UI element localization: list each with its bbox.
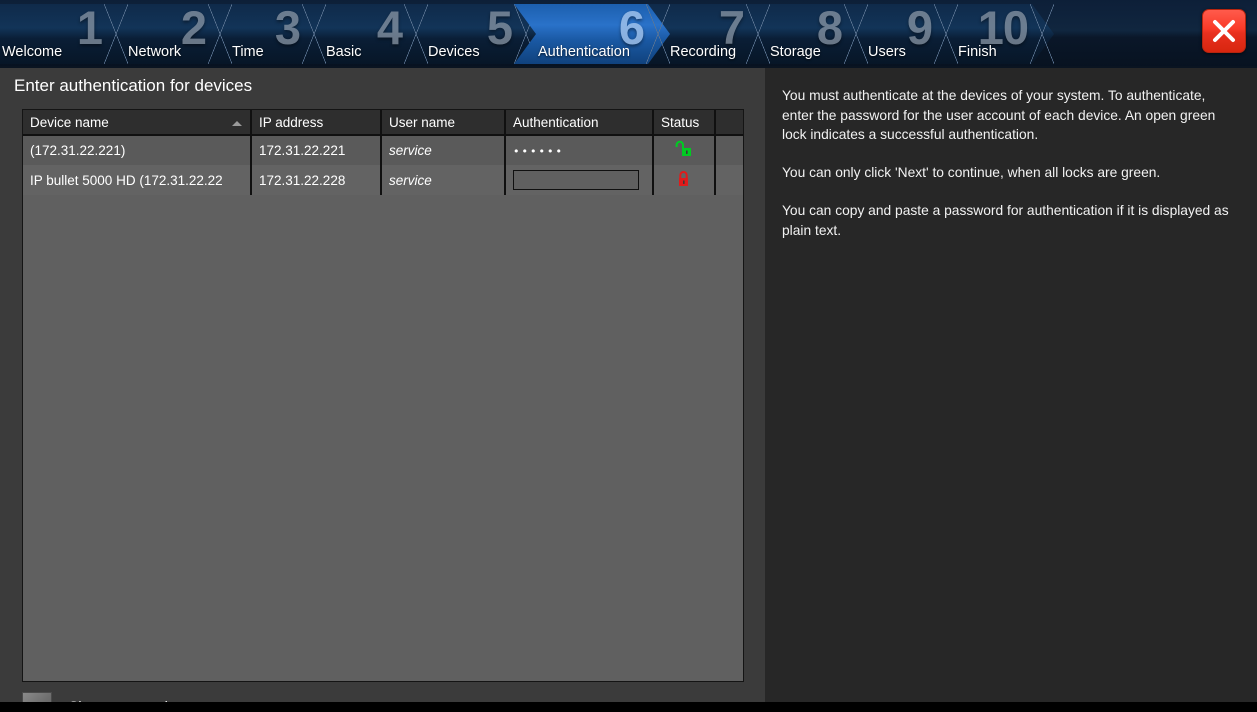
help-paragraph-3: You can copy and paste a password for au… bbox=[782, 202, 1229, 238]
wizard-step-label: Welcome bbox=[2, 44, 63, 60]
column-header-user-name-label: User name bbox=[389, 114, 456, 130]
wizard-step-number: 2 bbox=[180, 4, 207, 54]
close-button[interactable] bbox=[1202, 9, 1246, 53]
sort-ascending-icon bbox=[232, 121, 242, 126]
device-table-body: (172.31.22.221) 172.31.22.221 service •••••… bbox=[23, 135, 743, 195]
wizard-step-label: Recording bbox=[670, 44, 737, 60]
wizard-step-separator bbox=[104, 4, 128, 64]
column-header-device-name[interactable]: Device name bbox=[23, 110, 252, 136]
wizard-step-label: Devices bbox=[428, 44, 480, 60]
cell-user-name: service bbox=[381, 165, 506, 195]
cell-device-name: IP bullet 5000 HD (172.31.22.22 bbox=[23, 165, 252, 195]
wizard-step-number: 4 bbox=[376, 4, 403, 54]
wizard-step-label: Network bbox=[128, 44, 182, 60]
wizard-step-label: Basic bbox=[326, 44, 362, 60]
wizard-step-number: 1 bbox=[76, 4, 103, 54]
cell-spacer bbox=[715, 165, 743, 195]
page-title: Enter authentication for devices bbox=[14, 76, 253, 95]
table-row[interactable]: IP bullet 5000 HD (172.31.22.22 172.31.22… bbox=[23, 165, 743, 195]
column-header-spacer bbox=[715, 110, 743, 136]
main-content-panel: Enter authentication for devices Device … bbox=[0, 68, 765, 712]
cell-ip-address: 172.31.22.228 bbox=[251, 165, 382, 195]
locked-padlock-icon bbox=[674, 169, 694, 189]
wizard-step-separator bbox=[208, 4, 232, 64]
cell-user-name: service bbox=[381, 135, 506, 165]
table-row[interactable]: (172.31.22.221) 172.31.22.221 service •••••… bbox=[23, 135, 743, 165]
wizard-step-label: Time bbox=[232, 44, 264, 60]
device-table: Device name IP address User name Authent… bbox=[22, 109, 744, 682]
column-header-ip-address[interactable]: IP address bbox=[251, 110, 382, 136]
cell-authentication[interactable] bbox=[505, 165, 654, 195]
cell-ip-address: 172.31.22.221 bbox=[251, 135, 382, 165]
wizard-step-separator bbox=[934, 4, 958, 64]
wizard-step-number: 5 bbox=[486, 4, 513, 54]
password-input[interactable] bbox=[513, 170, 639, 190]
password-masked-value: •••••• bbox=[513, 145, 564, 158]
wizard-step-welcome[interactable]: 1 Welcome bbox=[0, 4, 128, 64]
wizard-step-label: Users bbox=[868, 44, 906, 60]
cell-status bbox=[653, 165, 716, 195]
wizard-step-separator bbox=[404, 4, 428, 64]
wizard-step-label: Storage bbox=[770, 44, 821, 60]
window-bottom-edge bbox=[0, 702, 1257, 712]
cell-status bbox=[653, 135, 716, 165]
unlocked-padlock-icon bbox=[674, 139, 694, 159]
wizard-step-separator bbox=[1030, 4, 1054, 64]
help-paragraph-1: You must authenticate at the devices of … bbox=[782, 88, 1216, 143]
help-panel: You must authenticate at the devices of … bbox=[765, 68, 1257, 702]
column-header-authentication-label: Authentication bbox=[513, 114, 599, 130]
wizard-window: 1 Welcome 2 Network 3 Time 4 Basic 5 Devices 6 Auth… bbox=[0, 0, 1257, 712]
wizard-step-number: 3 bbox=[274, 4, 301, 54]
column-header-user-name[interactable]: User name bbox=[381, 110, 506, 136]
wizard-step-separator bbox=[646, 4, 670, 64]
wizard-step-separator bbox=[746, 4, 770, 64]
table-header-row: Device name IP address User name Authent… bbox=[23, 110, 743, 136]
help-paragraph-2: You can only click 'Next' to continue, w… bbox=[782, 165, 1161, 181]
column-header-status-label: Status bbox=[661, 114, 700, 130]
wizard-step-label: Authentication bbox=[538, 44, 630, 60]
column-header-device-name-label: Device name bbox=[30, 114, 109, 130]
wizard-step-header: 1 Welcome 2 Network 3 Time 4 Basic 5 Devices 6 Auth… bbox=[0, 0, 1257, 68]
column-header-authentication[interactable]: Authentication bbox=[505, 110, 654, 136]
column-header-status[interactable]: Status bbox=[653, 110, 716, 136]
wizard-step-label: Finish bbox=[958, 44, 997, 60]
device-table-grid: Device name IP address User name Authent… bbox=[23, 110, 743, 195]
cell-authentication[interactable]: •••••• bbox=[505, 135, 654, 165]
close-icon bbox=[1213, 20, 1235, 42]
wizard-step-separator bbox=[844, 4, 868, 64]
wizard-step-number: 9 bbox=[906, 4, 933, 54]
cell-device-name: (172.31.22.221) bbox=[23, 135, 252, 165]
wizard-step-separator bbox=[302, 4, 326, 64]
cell-spacer bbox=[715, 135, 743, 165]
wizard-step-authentication[interactable]: 6 Authentication bbox=[514, 4, 670, 64]
column-header-ip-address-label: IP address bbox=[259, 114, 324, 130]
